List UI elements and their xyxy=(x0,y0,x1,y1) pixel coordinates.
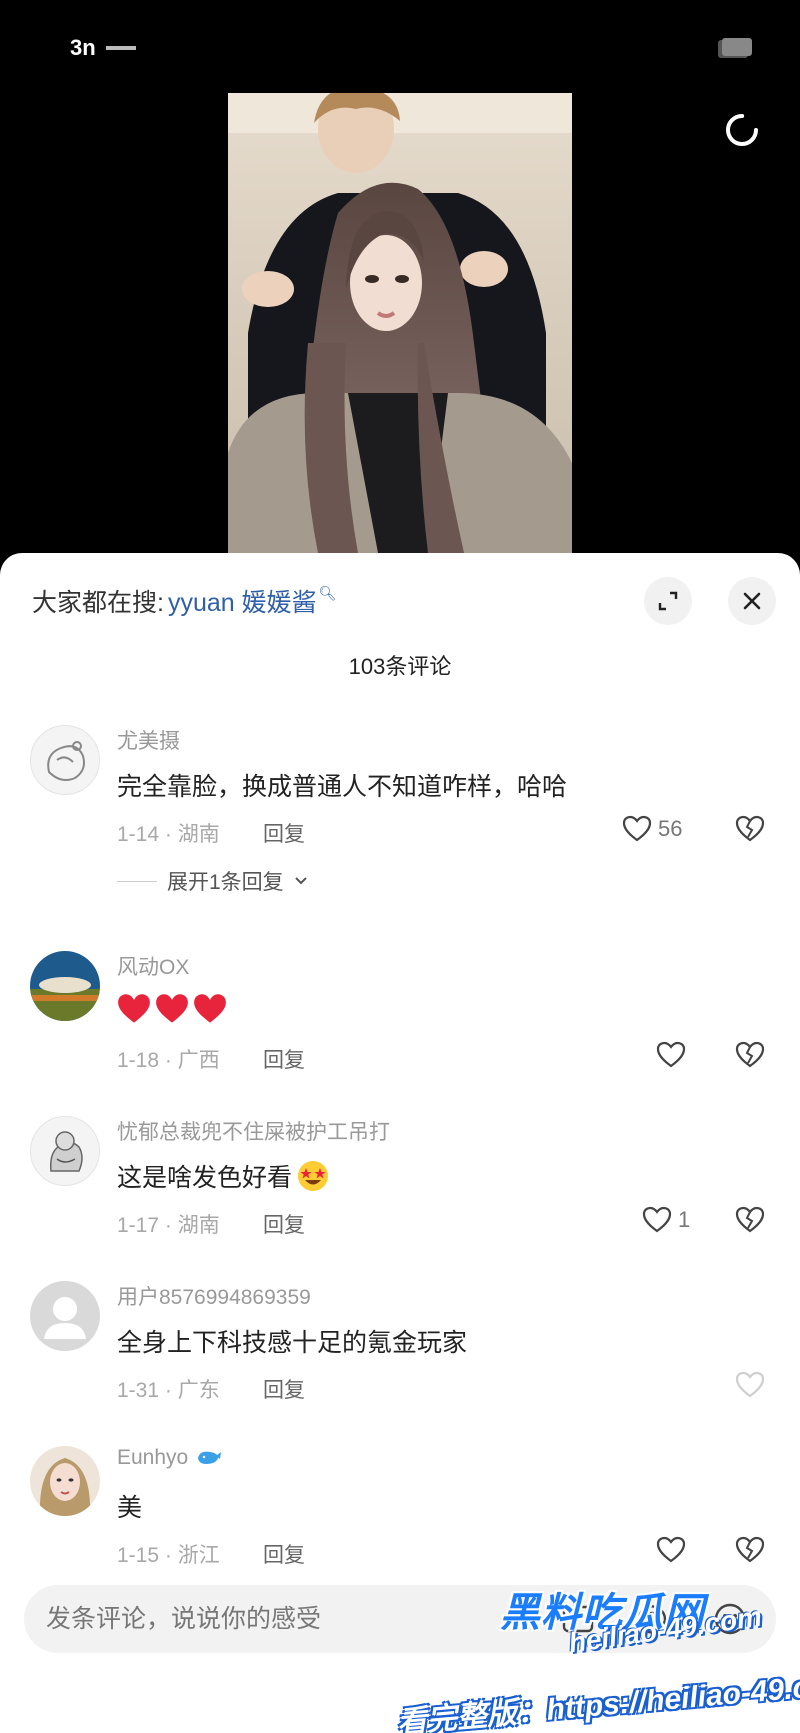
expand-replies-button[interactable]: 展开1条回复 xyxy=(117,866,308,896)
chevron-down-icon xyxy=(294,877,307,885)
heart-outline-icon xyxy=(622,815,652,842)
reply-button[interactable]: 回复 xyxy=(263,1374,305,1404)
avatar[interactable] xyxy=(30,1116,100,1186)
broken-heart-icon xyxy=(735,815,765,842)
dislike-button[interactable] xyxy=(732,811,768,847)
comment-text: 美 xyxy=(117,1494,143,1522)
comment-count: 103条评论 xyxy=(348,654,452,679)
dislike-button[interactable] xyxy=(732,1037,768,1073)
expand-replies-label: 展开1条回复 xyxy=(167,871,284,894)
comment-meta: 1-18 · 广西 xyxy=(117,1049,220,1072)
reply-button[interactable]: 回复 xyxy=(263,1539,305,1569)
logo-text: 3n xyxy=(70,35,96,60)
comment-text: 完全靠脸，换成普通人不知道咋样，哈哈 xyxy=(117,773,568,801)
dislike-button[interactable] xyxy=(732,1202,768,1238)
avatar[interactable] xyxy=(30,1446,100,1516)
avatar[interactable] xyxy=(30,1281,100,1351)
broken-heart-icon xyxy=(735,1206,765,1233)
comment-input[interactable] xyxy=(46,1599,526,1639)
commenter-name[interactable]: 用户8576994869359 xyxy=(117,1281,311,1311)
comment-sheet: 大家都在搜: yyuan 媛媛酱 🔍︎ 103条评论 尤美摄 完全靠脸，换成普通… xyxy=(0,553,800,1733)
whale-badge-icon xyxy=(198,1451,222,1464)
image-icon[interactable] xyxy=(560,1601,596,1637)
heart-emoji-row xyxy=(117,993,227,1025)
commenter-name-text: Eunhyo xyxy=(117,1446,189,1469)
broken-heart-icon xyxy=(735,1371,765,1398)
red-heart-icon xyxy=(118,994,150,1023)
avatar[interactable] xyxy=(30,951,100,1021)
app-logo: 3n xyxy=(70,34,150,60)
trending-search[interactable]: 大家都在搜: yyuan 媛媛酱 🔍︎ xyxy=(32,583,336,619)
like-button[interactable]: 1 xyxy=(642,1202,690,1238)
comment-text-body: 这是啥发色好看 xyxy=(117,1164,293,1192)
commenter-name[interactable]: 尤美摄 xyxy=(117,725,180,755)
red-heart-icon xyxy=(156,994,188,1023)
dislike-button[interactable] xyxy=(732,1532,768,1568)
loading-spinner-icon xyxy=(722,110,762,150)
comment-text: 全身上下科技感十足的氪金玩家 xyxy=(117,1329,468,1357)
reply-button[interactable]: 回复 xyxy=(263,1209,305,1239)
like-button[interactable] xyxy=(656,1532,686,1568)
heart-outline-icon xyxy=(656,1041,686,1068)
reply-button[interactable]: 回复 xyxy=(263,1044,305,1074)
trending-search-term[interactable]: yyuan 媛媛酱 xyxy=(168,583,317,619)
cast-icon[interactable] xyxy=(716,36,754,60)
default-avatar-icon xyxy=(44,1297,86,1339)
broken-heart-icon xyxy=(735,1041,765,1068)
mention-icon[interactable] xyxy=(634,1601,670,1637)
close-icon xyxy=(743,592,761,610)
red-heart-icon xyxy=(194,994,226,1023)
comment-input-bar xyxy=(24,1585,776,1653)
comment-meta: 1-14 · 湖南 xyxy=(117,823,220,846)
comment-meta: 1-17 · 湖南 xyxy=(117,1214,220,1237)
divider xyxy=(117,880,157,882)
star-struck-emoji-icon xyxy=(298,1161,329,1191)
reply-button[interactable]: 回复 xyxy=(263,818,305,848)
avatar[interactable] xyxy=(30,725,100,795)
dislike-button[interactable] xyxy=(732,1367,768,1403)
comment-text: 这是啥发色好看 🤩 xyxy=(117,1158,330,1194)
commenter-name[interactable]: 风动OX xyxy=(117,951,189,981)
trending-search-prefix: 大家都在搜: xyxy=(32,589,164,617)
like-button[interactable] xyxy=(656,1037,686,1073)
heart-outline-icon xyxy=(642,1206,672,1233)
like-count: 56 xyxy=(658,816,683,841)
video-thumbnail xyxy=(228,93,572,553)
commenter-name[interactable]: 忧郁总裁兜不住屎被护工吊打 xyxy=(117,1116,390,1146)
expand-icon xyxy=(658,591,678,611)
close-button[interactable] xyxy=(728,577,776,625)
commenter-name[interactable]: Eunhyo 🐳 xyxy=(117,1446,222,1470)
search-icon: 🔍︎ xyxy=(318,584,337,601)
emoji-icon[interactable] xyxy=(712,1601,748,1637)
heart-outline-icon xyxy=(656,1536,686,1563)
comment-meta: 1-31 · 广东 xyxy=(117,1379,220,1402)
expand-sheet-button[interactable] xyxy=(644,577,692,625)
comment-text: ❤️❤️❤️ xyxy=(117,993,227,1025)
comment-meta: 1-15 · 浙江 xyxy=(117,1544,220,1567)
broken-heart-icon xyxy=(735,1536,765,1563)
like-count: 1 xyxy=(678,1207,691,1232)
video-player[interactable]: 3n xyxy=(0,0,800,600)
like-button[interactable]: 56 xyxy=(622,811,682,847)
